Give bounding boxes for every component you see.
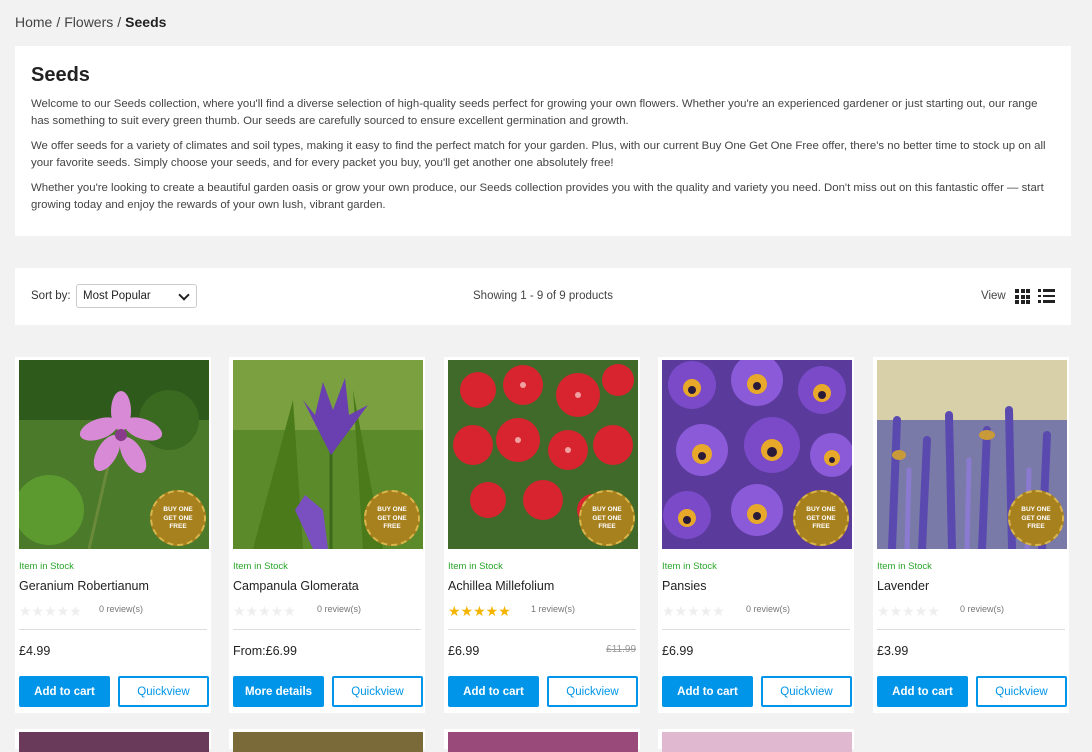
divider: [448, 629, 636, 630]
product-card: [229, 729, 425, 752]
bogof-badge: BUY ONE GET ONE FREE: [1008, 490, 1064, 546]
stock-status: Item in Stock: [448, 561, 503, 572]
quickview-button[interactable]: Quickview: [761, 676, 852, 707]
category-intro: Seeds Welcome to our Seeds collection, w…: [15, 46, 1071, 236]
product-card: [15, 729, 211, 752]
quickview-button[interactable]: Quickview: [332, 676, 423, 707]
breadcrumb-home-link[interactable]: Home: [15, 14, 52, 30]
divider: [662, 629, 850, 630]
product-toolbar: Sort by: Most Popular Showing 1 - 9 of 9…: [15, 268, 1071, 325]
product-card: BUY ONE GET ONE FREE Item in Stock Geraniu…: [15, 357, 211, 713]
intro-paragraph: Whether you're looking to create a beaut…: [31, 182, 1044, 211]
more-details-button[interactable]: More details: [233, 676, 324, 707]
grid-view-icon[interactable]: [1015, 289, 1030, 304]
product-image[interactable]: BUY ONE GET ONE FREE: [448, 360, 638, 549]
intro-paragraph: We offer seeds for a variety of climates…: [31, 140, 1046, 169]
product-card: BUY ONE GET ONE FREE Item in Stock Campanu…: [229, 357, 425, 713]
breadcrumb-separator: /: [56, 14, 61, 30]
review-count[interactable]: 1 review(s): [531, 604, 575, 614]
bogof-badge: BUY ONE GET ONE FREE: [364, 490, 420, 546]
product-image[interactable]: BUY ONE GET ONE FREE: [19, 360, 209, 549]
product-name[interactable]: Pansies: [662, 579, 706, 593]
add-to-cart-button[interactable]: Add to cart: [877, 676, 968, 707]
star-rating: ★★★★★: [662, 603, 725, 619]
review-count[interactable]: 0 review(s): [746, 604, 790, 614]
stock-status: Item in Stock: [19, 561, 74, 572]
product-name[interactable]: Lavender: [877, 579, 929, 593]
bogof-badge: BUY ONE GET ONE FREE: [793, 490, 849, 546]
product-price: £3.99: [877, 644, 909, 658]
product-card: BUY ONE GET ONE FREE Item in Stock Achille…: [444, 357, 640, 713]
product-card: [444, 729, 640, 752]
product-card: BUY ONE GET ONE FREE Item in Stock Pansies…: [658, 357, 854, 713]
product-image[interactable]: [233, 732, 423, 752]
product-name[interactable]: Geranium Robertianum: [19, 579, 149, 593]
product-image[interactable]: [19, 732, 209, 752]
review-count[interactable]: 0 review(s): [317, 604, 361, 614]
product-image[interactable]: BUY ONE GET ONE FREE: [877, 360, 1067, 549]
results-count: Showing 1 - 9 of 9 products: [473, 290, 613, 302]
breadcrumb-separator: /: [117, 14, 122, 30]
breadcrumb: Home / Flowers / Seeds: [15, 14, 166, 30]
divider: [877, 629, 1065, 630]
quickview-button[interactable]: Quickview: [547, 676, 638, 707]
product-image[interactable]: BUY ONE GET ONE FREE: [233, 360, 423, 549]
product-name[interactable]: Achillea Millefolium: [448, 579, 554, 593]
list-view-icon[interactable]: [1038, 289, 1055, 303]
product-price: From:£6.99: [233, 644, 297, 658]
bogof-badge: BUY ONE GET ONE FREE: [579, 490, 635, 546]
add-to-cart-button[interactable]: Add to cart: [448, 676, 539, 707]
product-card: [658, 729, 854, 752]
star-rating: ★★★★★: [448, 603, 511, 619]
product-name[interactable]: Campanula Glomerata: [233, 579, 359, 593]
breadcrumb-flowers-link[interactable]: Flowers: [64, 14, 113, 30]
product-image[interactable]: [662, 732, 852, 752]
product-image[interactable]: BUY ONE GET ONE FREE: [662, 360, 852, 549]
bogof-badge: BUY ONE GET ONE FREE: [150, 490, 206, 546]
star-rating: ★★★★★: [233, 603, 296, 619]
view-label: View: [981, 290, 1006, 302]
quickview-button[interactable]: Quickview: [976, 676, 1067, 707]
divider: [19, 629, 207, 630]
stock-status: Item in Stock: [662, 561, 717, 572]
star-rating: ★★★★★: [877, 603, 940, 619]
product-price: £6.99: [662, 644, 694, 658]
original-price: £11.99: [606, 644, 636, 655]
intro-paragraph: Welcome to our Seeds collection, where y…: [31, 98, 1038, 127]
add-to-cart-button[interactable]: Add to cart: [19, 676, 110, 707]
product-price: £4.99: [19, 644, 51, 658]
star-rating: ★★★★★: [19, 603, 82, 619]
review-count[interactable]: 0 review(s): [99, 604, 143, 614]
product-card: BUY ONE GET ONE FREE Item in Stock Lavende…: [873, 357, 1069, 713]
divider: [233, 629, 421, 630]
quickview-button[interactable]: Quickview: [118, 676, 209, 707]
add-to-cart-button[interactable]: Add to cart: [662, 676, 753, 707]
product-image[interactable]: [448, 732, 638, 752]
stock-status: Item in Stock: [877, 561, 932, 572]
review-count[interactable]: 0 review(s): [960, 604, 1004, 614]
product-price: £6.99: [448, 644, 480, 658]
stock-status: Item in Stock: [233, 561, 288, 572]
breadcrumb-current: Seeds: [125, 14, 167, 30]
page-title: Seeds: [31, 64, 90, 86]
